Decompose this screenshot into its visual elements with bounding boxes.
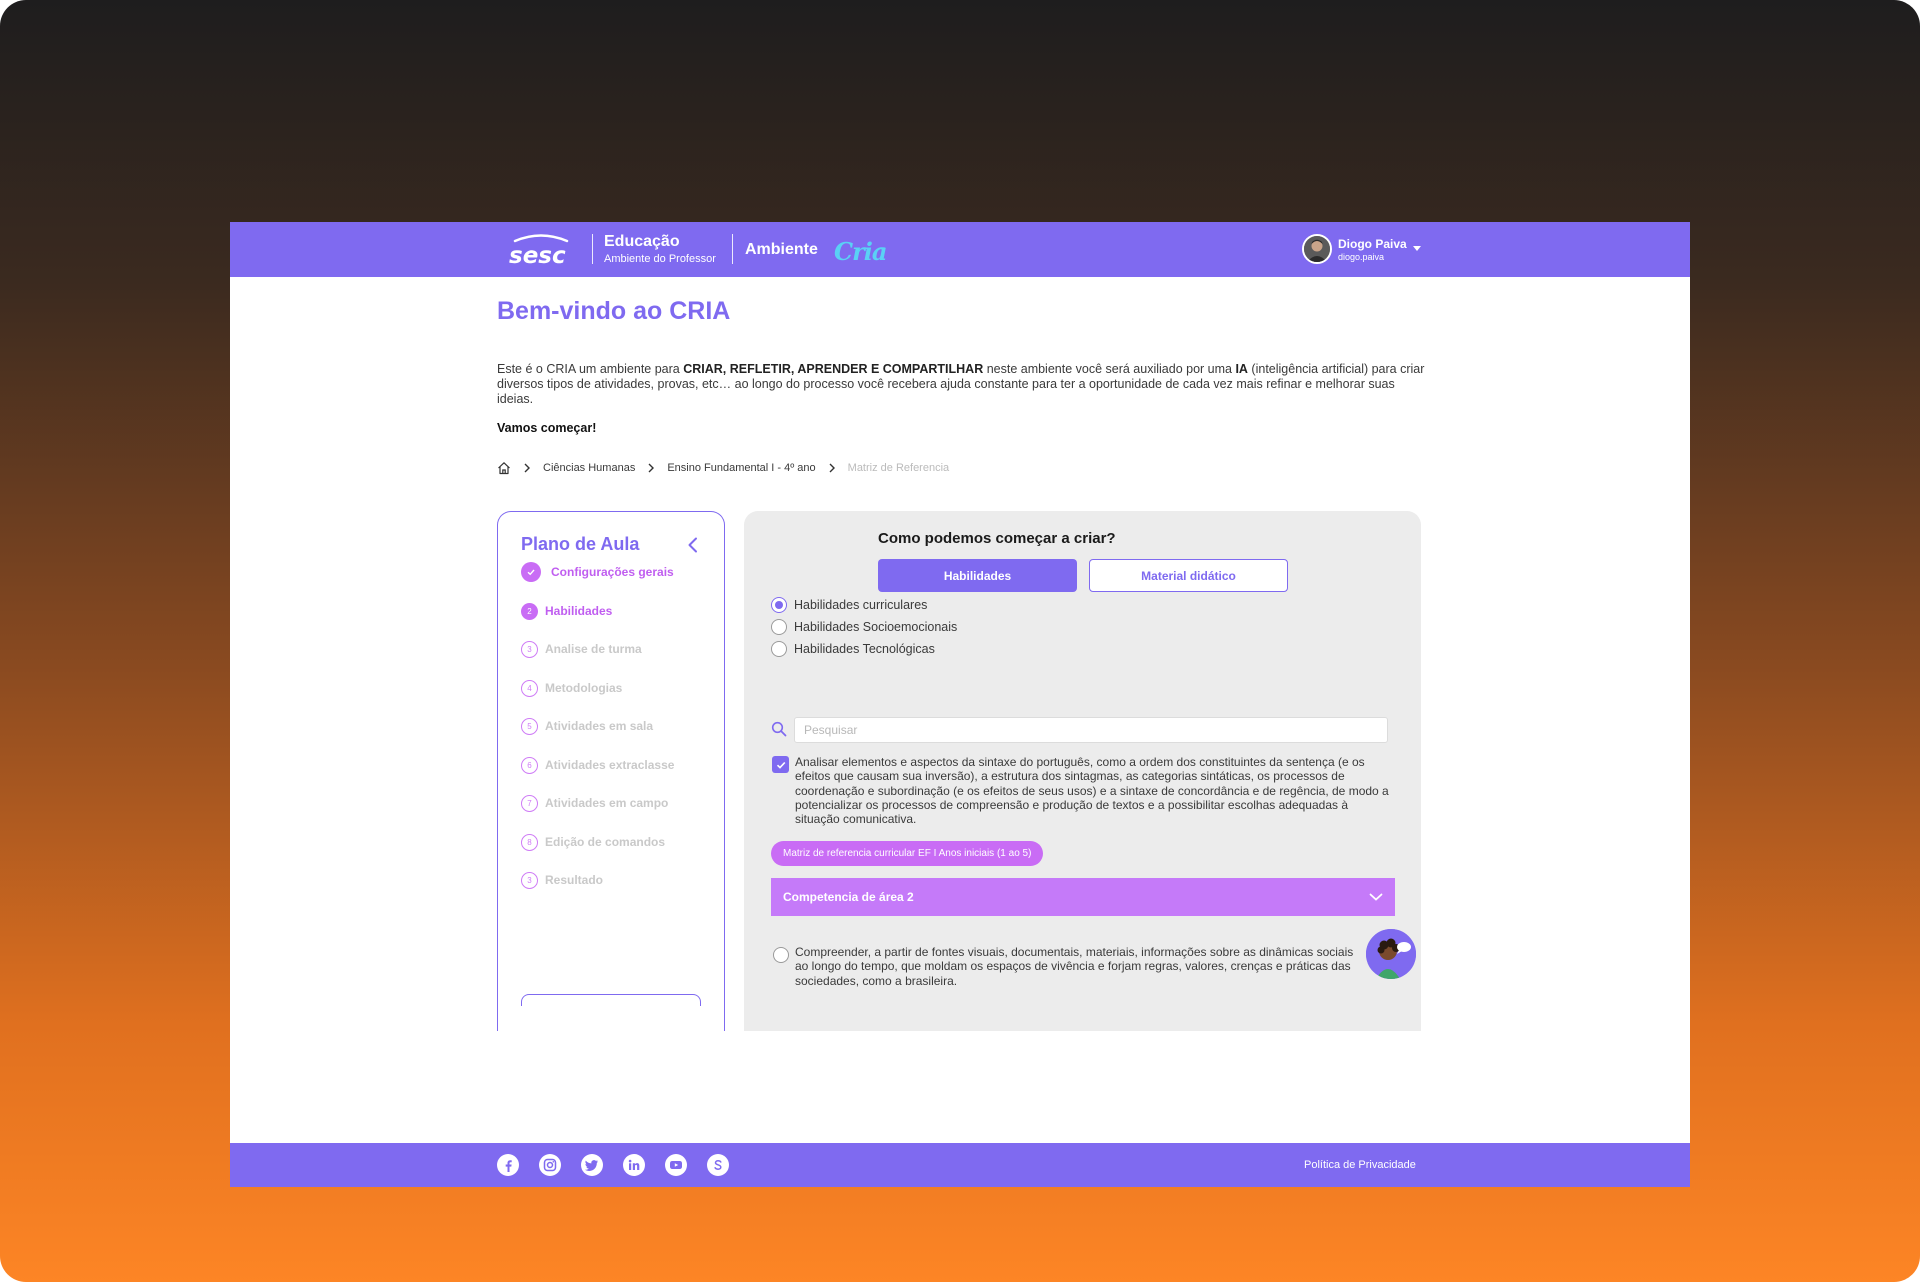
cria-logo[interactable]: Cria	[834, 237, 887, 266]
step-number: 5	[521, 717, 538, 735]
avatar[interactable]	[1302, 234, 1332, 264]
assistant-avatar[interactable]	[1366, 929, 1416, 979]
step-label: Atividades em sala	[545, 719, 654, 733]
breadcrumb: Ciências Humanas Ensino Fundamental I - …	[497, 460, 949, 476]
check-icon	[776, 761, 785, 769]
step-label: Habilidades	[545, 604, 613, 618]
skill-description: Compreender, a partir de fontes visuais,…	[795, 945, 1354, 988]
competencia-accordion[interactable]: Competencia de área 2	[771, 878, 1395, 916]
step-resultado[interactable]: 3 Resultado	[521, 870, 603, 890]
search-icon[interactable]	[771, 721, 787, 737]
chevron-down-icon[interactable]	[1413, 246, 1421, 251]
radio-habilidades-tecnologicas[interactable]: Habilidades Tecnológicas	[771, 640, 935, 658]
privacy-policy-link[interactable]: Política de Privacidade	[1304, 1159, 1416, 1171]
step-edicao-de-comandos[interactable]: 8 Edição de comandos	[521, 832, 665, 852]
step-atividades-em-campo[interactable]: 7 Atividades em campo	[521, 793, 668, 813]
skill-checkbox[interactable]	[772, 756, 789, 773]
radio-button[interactable]	[771, 641, 787, 657]
home-icon[interactable]	[497, 461, 511, 475]
radio-habilidades-curriculares[interactable]: Habilidades curriculares	[771, 596, 927, 614]
screenshot-background: sesc Educação Ambiente do Professor Ambi…	[0, 0, 1920, 1282]
step-label: Metodologias	[545, 681, 623, 695]
radio-label: Habilidades Tecnológicas	[794, 642, 935, 656]
chevron-right-icon	[523, 463, 531, 473]
intro-bold: IA	[1235, 362, 1248, 376]
sidebar-title: Plano de Aula	[521, 534, 640, 554]
radio-habilidades-socioemocionais[interactable]: Habilidades Socioemocionais	[771, 618, 957, 636]
lesson-plan-sidebar: Plano de Aula Configurações gerais 2 Hab…	[497, 511, 725, 1031]
radio-label: Habilidades Socioemocionais	[794, 620, 958, 634]
skill-radio-button[interactable]	[773, 947, 789, 963]
step-number: 8	[521, 833, 538, 851]
step-number: 6	[521, 756, 538, 774]
question-title: Como podemos começar a criar?	[878, 530, 1116, 547]
habilidades-button[interactable]: Habilidades	[878, 559, 1077, 592]
step-label: Edição de comandos	[545, 835, 666, 849]
step-number: 2	[521, 602, 538, 620]
skill-description: Analisar elementos e aspectos da sintaxe…	[795, 755, 1389, 827]
step-number: 4	[521, 679, 538, 697]
step-number: 3	[521, 871, 538, 889]
breadcrumb-current: Matriz de Referencia	[847, 462, 950, 474]
material-didatico-button[interactable]: Material didático	[1089, 559, 1288, 592]
assistant-bot-icon	[1366, 929, 1416, 979]
sidebar-bottom-button[interactable]	[521, 994, 701, 1006]
header-divider	[592, 234, 593, 264]
step-metodologias[interactable]: 4 Metodologias	[521, 678, 622, 698]
step-label: Configurações gerais	[551, 565, 674, 579]
chevron-down-icon[interactable]	[1369, 892, 1383, 902]
twitter-icon[interactable]	[581, 1154, 603, 1176]
step-label: Atividades extraclasse	[545, 758, 675, 772]
user-photo-icon	[1304, 236, 1330, 262]
svg-text:sesc: sesc	[509, 243, 566, 268]
step-configuracoes-gerais[interactable]: Configurações gerais	[521, 562, 674, 582]
step-analise-de-turma[interactable]: 3 Analise de turma	[521, 639, 642, 659]
page-title: Bem-vindo ao CRIA	[497, 297, 731, 325]
lets-go-text: Vamos começar!	[497, 421, 597, 435]
breadcrumb-item[interactable]: Ciências Humanas	[543, 462, 635, 474]
step-label: Atividades em campo	[545, 796, 669, 810]
accordion-title: Competencia de área 2	[783, 890, 914, 904]
step-label: Resultado	[545, 873, 604, 887]
step-number: 3	[521, 640, 538, 658]
intro-paragraph: Este é o CRIA um ambiente para CRIAR, RE…	[497, 362, 1427, 407]
main-panel: Como podemos começar a criar? Habilidade…	[744, 511, 1421, 1031]
instagram-icon[interactable]	[539, 1154, 561, 1176]
app-window: sesc Educação Ambiente do Professor Ambi…	[230, 222, 1690, 1187]
check-icon	[521, 562, 541, 582]
top-bar: sesc Educação Ambiente do Professor Ambi…	[230, 222, 1690, 277]
footer: Política de Privacidade	[230, 1143, 1690, 1187]
breadcrumb-item[interactable]: Ensino Fundamental I - 4º ano	[667, 462, 815, 474]
step-label: Analise de turma	[545, 642, 642, 656]
intro-text: neste ambiente você será auxiliado por u…	[983, 362, 1236, 376]
radio-button[interactable]	[771, 619, 787, 635]
sesc-s-icon[interactable]	[707, 1154, 729, 1176]
education-title: Educação	[604, 233, 680, 250]
radio-button[interactable]	[771, 597, 787, 613]
user-name[interactable]: Diogo Paiva	[1338, 237, 1407, 251]
education-subtitle: Ambiente do Professor	[604, 253, 716, 265]
header-divider	[732, 234, 733, 264]
reference-tag[interactable]: Matriz de referencia curricular EF I Ano…	[771, 841, 1044, 866]
search-input[interactable]	[794, 717, 1388, 743]
facebook-icon[interactable]	[497, 1154, 519, 1176]
step-number: 7	[521, 794, 538, 812]
intro-bold: CRIAR, REFLETIR, APRENDER E COMPARTILHAR	[683, 362, 984, 376]
youtube-icon[interactable]	[665, 1154, 687, 1176]
radio-label: Habilidades curriculares	[794, 598, 928, 612]
chevron-left-icon[interactable]	[684, 536, 702, 554]
user-login: diogo.paiva	[1338, 252, 1385, 262]
step-habilidades[interactable]: 2 Habilidades	[521, 601, 612, 621]
intro-text: Este é o CRIA um ambiente para	[497, 362, 684, 376]
sesc-logo[interactable]: sesc	[507, 232, 573, 268]
ambiente-label: Ambiente	[745, 241, 818, 258]
step-atividades-extraclasse[interactable]: 6 Atividades extraclasse	[521, 755, 674, 775]
chevron-right-icon	[828, 463, 836, 473]
linkedin-icon[interactable]	[623, 1154, 645, 1176]
step-atividades-em-sala[interactable]: 5 Atividades em sala	[521, 716, 653, 736]
chevron-right-icon	[647, 463, 655, 473]
